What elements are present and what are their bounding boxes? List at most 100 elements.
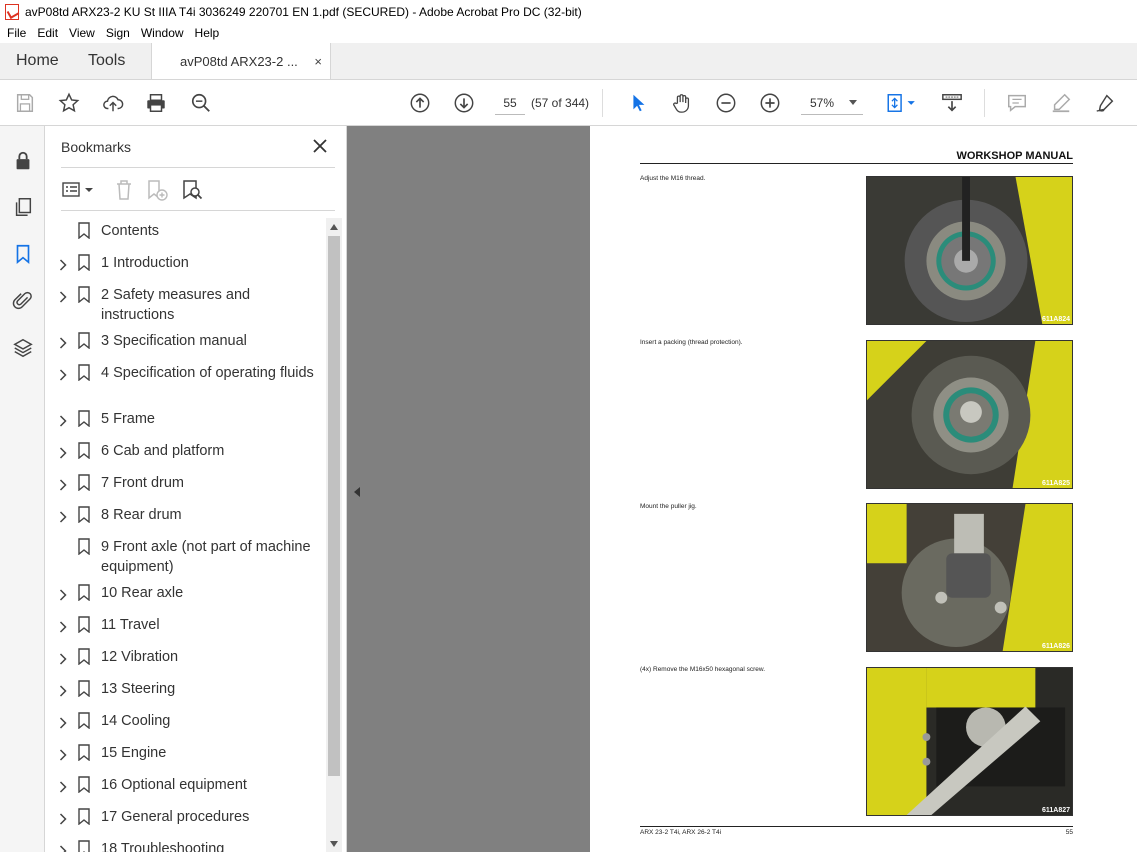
bookmark-label: 5 Frame	[101, 411, 155, 427]
step-text: Adjust the M16 thread.	[640, 175, 706, 182]
panel-divider	[61, 210, 335, 211]
scroll-up-arrow-icon[interactable]	[330, 224, 338, 230]
photo-code: 611A827	[1041, 807, 1070, 814]
pdf-page: WORKSHOP MANUAL Adjust the M16 thread. 6…	[590, 126, 1137, 852]
toolbar-divider	[984, 89, 985, 117]
menu-sign[interactable]: Sign	[106, 26, 130, 40]
step-photo: 611A827	[866, 667, 1073, 816]
sign-pen-icon[interactable]	[1093, 91, 1117, 115]
bookmark-flag-icon	[78, 744, 90, 762]
zoom-level-select[interactable]: 57%	[801, 91, 863, 115]
chevron-right-icon[interactable]	[59, 335, 67, 349]
attachment-paperclip-icon[interactable]	[11, 289, 35, 313]
photo-code: 611A826	[1041, 643, 1070, 650]
print-icon[interactable]	[144, 91, 168, 115]
chevron-right-icon[interactable]	[59, 843, 67, 852]
bookmark-panel-icon[interactable]	[11, 242, 35, 266]
bookmark-label: 13 Steering	[101, 681, 176, 697]
step-photo: 611A824	[866, 176, 1073, 325]
bookmark-options-icon[interactable]	[61, 178, 97, 202]
zoom-out-icon[interactable]	[714, 91, 738, 115]
bookmark-label: 10 Rear axle	[101, 585, 184, 601]
page-number-input[interactable]	[495, 91, 525, 115]
bookmarks-panel: Bookmarks Contents 1 Introduction 2 Safety…	[45, 126, 347, 852]
star-icon[interactable]	[57, 91, 81, 115]
bookmark-label: 3 Specification manual	[101, 333, 247, 349]
hand-tool-icon[interactable]	[670, 91, 694, 115]
menu-edit[interactable]: Edit	[37, 26, 58, 40]
zoom-search-icon[interactable]	[189, 91, 213, 115]
chevron-down-icon	[849, 100, 857, 105]
scroll-mode-icon[interactable]	[940, 91, 964, 115]
step-photo: 611A825	[866, 340, 1073, 489]
chevron-right-icon[interactable]	[59, 747, 67, 761]
zoom-level-value: 57%	[810, 95, 835, 110]
bookmark-flag-icon	[78, 648, 90, 666]
step-text: Mount the puller jig.	[640, 503, 697, 510]
close-tab-icon[interactable]: ×	[314, 54, 322, 69]
find-bookmark-icon[interactable]	[180, 178, 204, 202]
new-bookmark-icon[interactable]	[145, 178, 169, 202]
menu-file[interactable]: File	[7, 26, 26, 40]
tab-document-label: avP08td ARX23-2 ...	[180, 53, 298, 69]
chevron-right-icon[interactable]	[59, 509, 67, 523]
chevron-right-icon[interactable]	[59, 257, 67, 271]
panel-divider	[61, 167, 335, 168]
layers-icon[interactable]	[11, 336, 35, 360]
step-photo: 611A826	[866, 503, 1073, 652]
tab-tools[interactable]: Tools	[71, 43, 151, 79]
zoom-in-icon[interactable]	[758, 91, 782, 115]
chevron-right-icon[interactable]	[59, 289, 67, 303]
bookmark-flag-icon	[78, 776, 90, 794]
bookmark-label: 17 General procedures	[101, 809, 250, 825]
acrobat-app-icon	[5, 3, 19, 20]
menu-view[interactable]: View	[69, 26, 95, 40]
chevron-right-icon[interactable]	[59, 445, 67, 459]
chevron-right-icon[interactable]	[59, 619, 67, 633]
bookmark-scrollbar[interactable]	[326, 218, 342, 852]
highlight-pen-icon[interactable]	[1049, 91, 1073, 115]
page-header: WORKSHOP MANUAL	[956, 150, 1073, 162]
header-rule	[640, 163, 1073, 164]
delete-bookmark-icon[interactable]	[112, 178, 136, 202]
upload-cloud-icon[interactable]	[101, 91, 125, 115]
bookmark-flag-icon	[78, 808, 90, 826]
select-cursor-icon[interactable]	[626, 91, 650, 115]
chevron-right-icon[interactable]	[59, 715, 67, 729]
save-icon[interactable]	[13, 91, 37, 115]
bookmark-flag-icon	[78, 584, 90, 602]
title-bar: avP08td ARX23-2 KU St IIIA T4i 3036249 2…	[0, 0, 1137, 23]
tab-home[interactable]: Home	[0, 43, 71, 79]
bookmark-flag-icon	[78, 712, 90, 730]
bookmark-label: 9 Front axle (not part of machine equipm…	[101, 539, 311, 575]
previous-page-icon[interactable]	[408, 91, 432, 115]
lock-icon[interactable]	[11, 149, 35, 173]
chevron-right-icon[interactable]	[59, 683, 67, 697]
menu-help[interactable]: Help	[195, 26, 220, 40]
chevron-right-icon[interactable]	[59, 367, 67, 381]
chevron-right-icon[interactable]	[59, 779, 67, 793]
bookmark-flag-icon	[78, 222, 90, 240]
next-page-icon[interactable]	[452, 91, 476, 115]
page-thumbnails-icon[interactable]	[11, 195, 35, 219]
bookmark-flag-icon	[78, 442, 90, 460]
chevron-right-icon[interactable]	[59, 413, 67, 427]
chevron-right-icon[interactable]	[59, 477, 67, 491]
bookmark-flag-icon	[78, 840, 90, 852]
menu-window[interactable]: Window	[141, 26, 184, 40]
footer-model: ARX 23-2 T4i, ARX 26-2 T4i	[640, 829, 722, 836]
comment-icon[interactable]	[1005, 91, 1029, 115]
bookmark-label: 16 Optional equipment	[101, 777, 247, 793]
chevron-right-icon[interactable]	[59, 811, 67, 825]
scroll-down-arrow-icon[interactable]	[330, 841, 338, 847]
tab-document[interactable]: avP08td ARX23-2 ... ×	[151, 43, 331, 79]
bookmark-label: 15 Engine	[101, 745, 167, 761]
photo-code: 611A825	[1041, 480, 1070, 487]
chevron-right-icon[interactable]	[59, 587, 67, 601]
fit-page-icon[interactable]	[884, 91, 920, 115]
close-panel-icon[interactable]	[311, 137, 329, 155]
bookmark-flag-icon	[78, 506, 90, 524]
scrollbar-thumb[interactable]	[328, 236, 340, 776]
collapse-panel-arrow-icon[interactable]	[354, 487, 360, 497]
chevron-right-icon[interactable]	[59, 651, 67, 665]
